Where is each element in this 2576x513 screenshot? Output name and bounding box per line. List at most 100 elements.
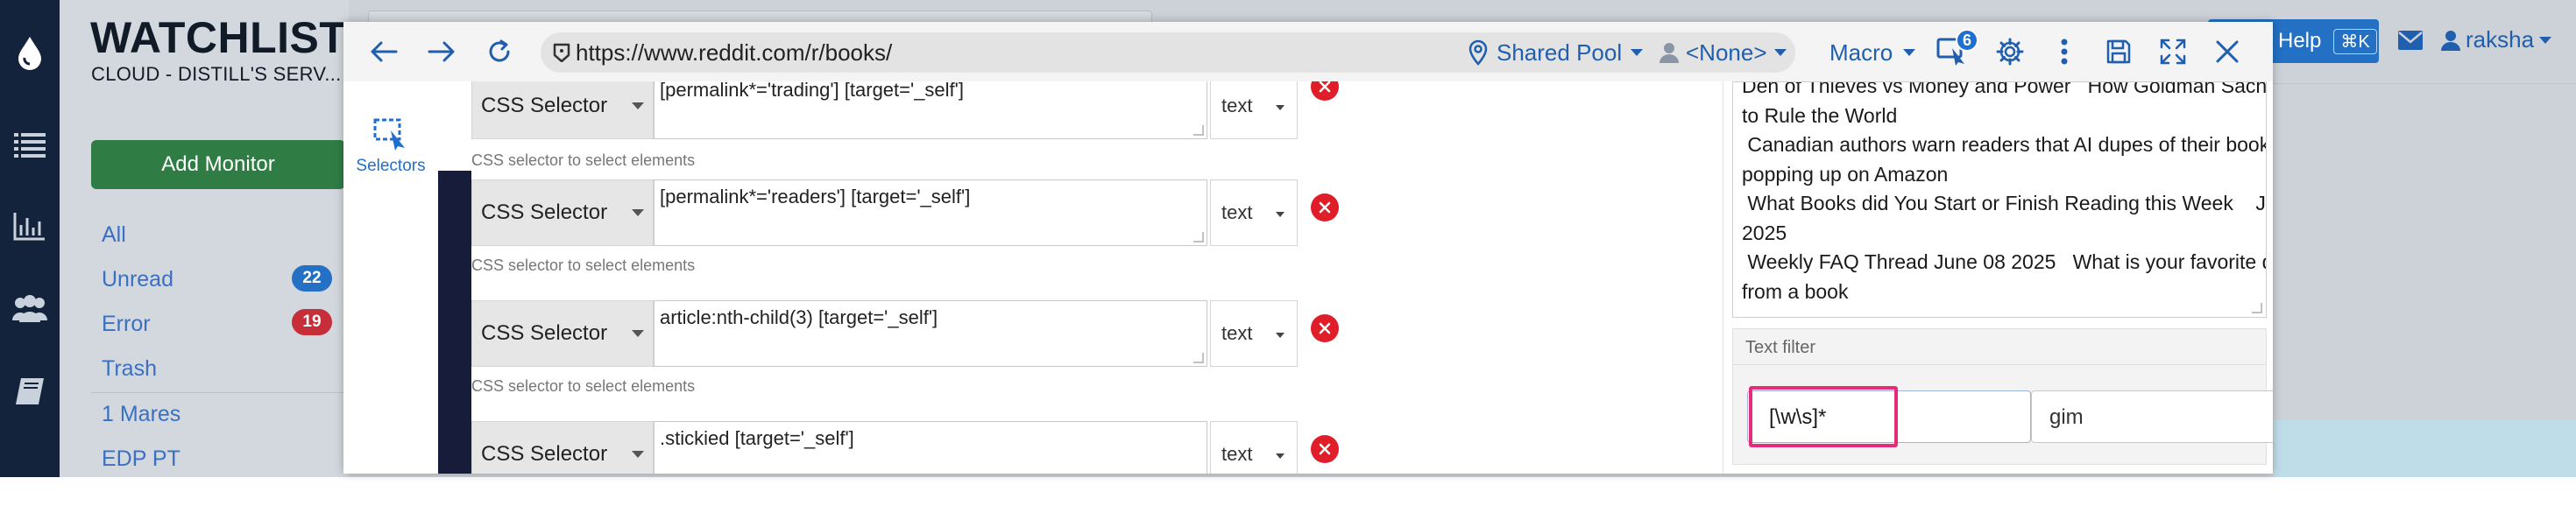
help-shortcut: ⌘K (2333, 28, 2377, 54)
selector-list: CSS Selector [permalink*='trading'] [tar… (471, 81, 1707, 474)
settings-gear-icon[interactable] (1992, 34, 2028, 69)
icon-rail (0, 0, 60, 477)
profile-label: <None> (1686, 39, 1767, 66)
selector-help-text: CSS selector to select elements (471, 151, 696, 169)
preview-line: from a book (1742, 279, 1849, 303)
resize-handle-icon[interactable] (1193, 232, 1204, 242)
nav-item-1-mares[interactable]: 1 Mares (102, 402, 180, 427)
resize-handle-icon[interactable] (1193, 353, 1204, 363)
close-icon (1319, 81, 1331, 93)
regex-flags-value: gim (2049, 405, 2084, 429)
save-icon[interactable] (2101, 34, 2136, 69)
book-icon[interactable] (11, 372, 49, 411)
highlight-box (1749, 386, 1898, 447)
chevron-down-icon (1276, 212, 1284, 217)
more-options-icon[interactable] (2047, 34, 2082, 69)
chevron-down-icon (1903, 49, 1916, 56)
expand-icon[interactable] (2155, 34, 2190, 69)
text-filter-label: Text filter (1745, 338, 1816, 357)
profile-select[interactable]: <None> (1660, 32, 1787, 73)
selector-type-label: CSS Selector (481, 200, 608, 224)
tab-selectors[interactable]: Selectors (343, 118, 438, 176)
format-select[interactable]: text (1210, 421, 1298, 474)
format-select[interactable]: text (1210, 179, 1298, 246)
preview-line: popping up on Amazon (1742, 162, 1949, 186)
list-icon[interactable] (11, 125, 49, 164)
selector-input[interactable]: .stickied [target='_self'] (654, 421, 1207, 474)
close-icon (1319, 201, 1331, 214)
selectors-sidebar: Selectors (343, 81, 438, 474)
add-monitor-button[interactable]: Add Monitor (91, 140, 345, 189)
unread-count-badge: 22 (292, 265, 332, 292)
preview-line: Weekly FAQ Thread June 08 2025 What is y… (1742, 250, 2267, 273)
text-filter-section: Text filter [\w\s]* gim (1732, 328, 2273, 465)
selector-input[interactable]: [permalink*='readers'] [target='_self'] (654, 179, 1207, 246)
shared-pool-select[interactable]: Shared Pool (1468, 32, 1644, 73)
chevron-down-icon (632, 209, 644, 216)
nav-item-unread[interactable]: Unread (102, 267, 173, 292)
site-info-icon[interactable] (551, 43, 570, 62)
selector-type-label: CSS Selector (481, 321, 608, 345)
browser-toolbar: https://www.reddit.com/r/books/ Shared P… (343, 22, 2273, 81)
preview-textarea[interactable]: Den of Thieves vs Money and Power How Go… (1732, 81, 2267, 318)
nav-item-edp-pt[interactable]: EDP PT (102, 446, 180, 472)
brand-title: WATCHLIST (90, 13, 347, 62)
format-select[interactable]: text (1210, 81, 1298, 139)
brand-subtitle: CLOUD - DISTILL'S SERV... (91, 63, 342, 85)
bar-chart-icon[interactable] (11, 207, 49, 245)
nav-item-trash[interactable]: Trash (102, 356, 157, 382)
nav-divider (91, 392, 345, 393)
remove-selector-button[interactable] (1311, 435, 1339, 463)
users-icon[interactable] (11, 289, 49, 327)
selector-type-select[interactable]: CSS Selector (471, 81, 654, 139)
droplet-logo-icon[interactable] (11, 33, 49, 72)
selector-input[interactable]: [permalink*='trading'] [target='_self'] (654, 81, 1207, 139)
nav-item-all[interactable]: All (102, 222, 126, 248)
selector-cursor-icon (373, 118, 405, 151)
format-label: text (1221, 95, 1253, 116)
chevron-down-icon (1631, 49, 1644, 56)
selector-type-select[interactable]: CSS Selector (471, 421, 654, 474)
close-icon (1319, 443, 1331, 455)
preview-line: to Rule the World (1742, 103, 1898, 127)
format-label: text (1221, 443, 1253, 465)
format-select[interactable]: text (1210, 300, 1298, 367)
remove-selector-button[interactable] (1311, 193, 1339, 221)
format-label: text (1221, 201, 1253, 223)
chevron-down-icon (632, 102, 644, 109)
selector-type-select[interactable]: CSS Selector (471, 179, 654, 246)
notification-count-badge: 6 (1956, 29, 1978, 52)
selector-value: article:nth-child(3) [target='_self'] (660, 306, 938, 328)
reload-icon[interactable] (482, 34, 517, 69)
selector-input[interactable]: article:nth-child(3) [target='_self'] (654, 300, 1207, 367)
url-text: https://www.reddit.com/r/books/ (576, 39, 893, 66)
remove-selector-button[interactable] (1311, 314, 1339, 342)
preview-panel: Den of Thieves vs Money and Power How Go… (1723, 81, 2273, 474)
remove-selector-button[interactable] (1311, 81, 1339, 101)
selector-help-text: CSS selector to select elements (471, 377, 696, 395)
selector-type-label: CSS Selector (481, 442, 608, 466)
resize-handle-icon[interactable] (2252, 303, 2262, 313)
macro-select[interactable]: Macro (1829, 32, 1916, 73)
close-icon (1319, 322, 1331, 334)
selector-type-select[interactable]: CSS Selector (471, 300, 654, 367)
selector-row: CSS Selector .stickied [target='_self'] … (471, 411, 1707, 474)
bottom-strip (0, 477, 2576, 513)
close-icon[interactable] (2210, 34, 2245, 69)
preview-line: 2025 (1742, 221, 1787, 244)
selector-value: .stickied [target='_self'] (660, 427, 854, 449)
chevron-down-icon (1276, 453, 1284, 459)
mail-icon[interactable] (2397, 30, 2424, 51)
user-menu[interactable]: raksha (2441, 26, 2552, 53)
chevron-down-icon (2539, 36, 2552, 44)
selector-row: CSS Selector [permalink*='trading'] [tar… (471, 81, 1707, 169)
nav-item-error[interactable]: Error (102, 312, 151, 337)
user-icon (1660, 43, 1679, 63)
user-icon (2441, 30, 2460, 51)
selector-row: CSS Selector [permalink*='readers'] [tar… (471, 169, 1707, 292)
regex-flags-input[interactable]: gim (2031, 390, 2273, 443)
forward-arrow-icon[interactable] (424, 34, 459, 69)
back-arrow-icon[interactable] (366, 34, 401, 69)
selector-row: CSS Selector article:nth-child(3) [targe… (471, 290, 1707, 412)
resize-handle-icon[interactable] (1193, 125, 1204, 136)
